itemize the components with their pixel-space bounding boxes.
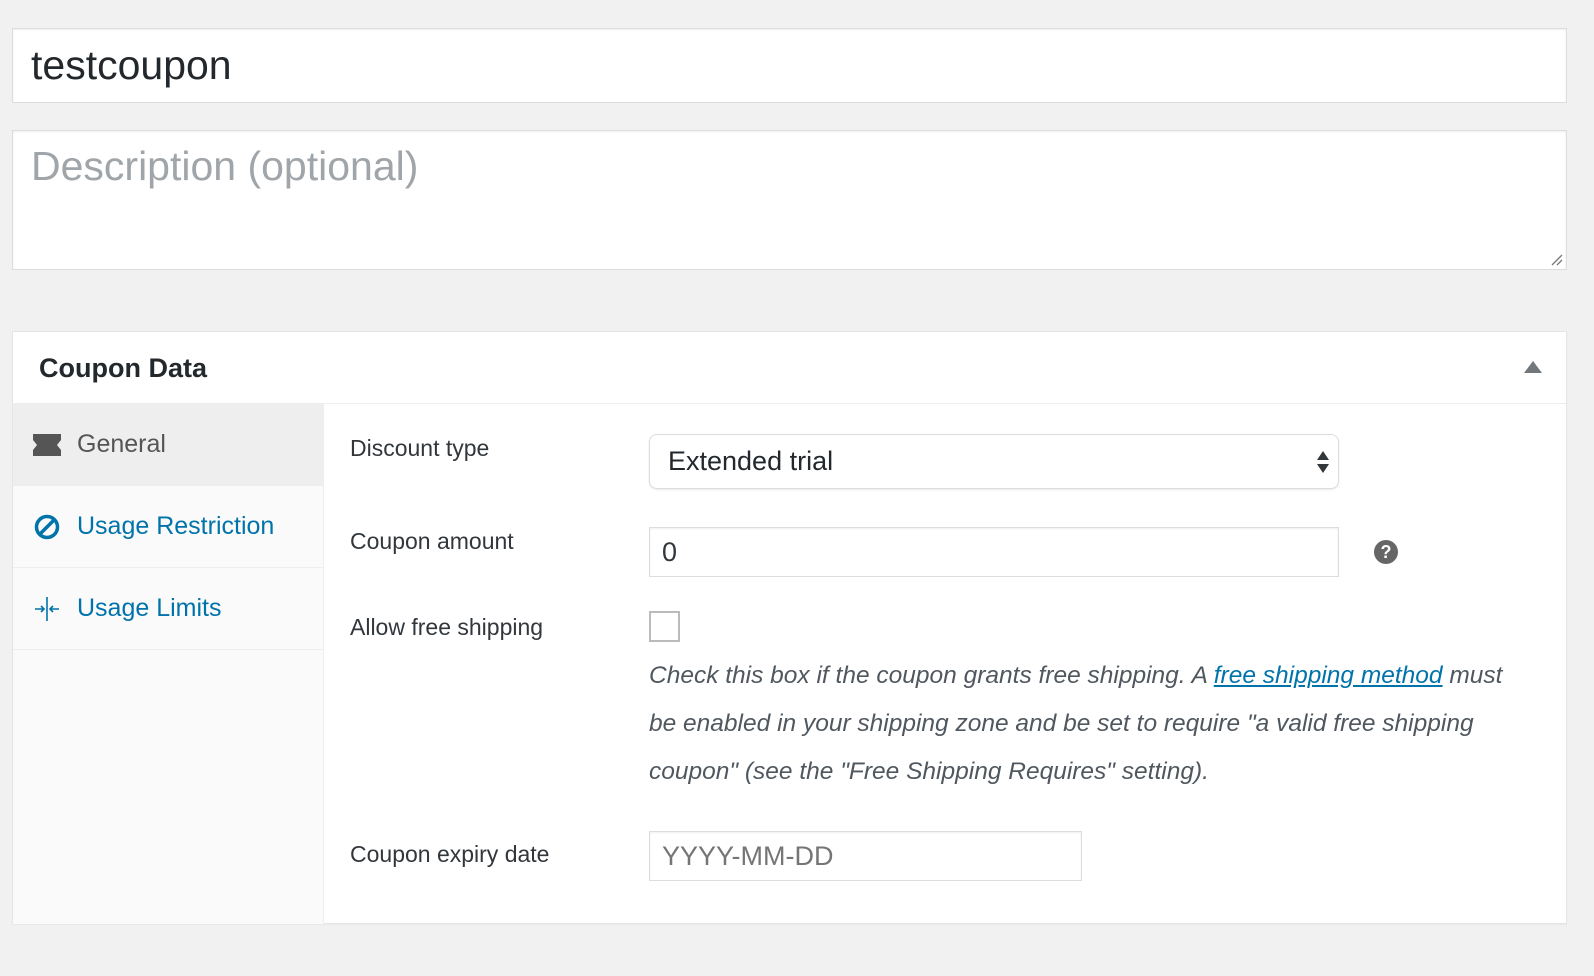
expiry-date-input[interactable] [649,831,1082,881]
panel-header[interactable]: Coupon Data [13,332,1566,404]
coupon-code-input[interactable] [12,28,1567,103]
tab-general[interactable]: General [13,404,323,486]
ticket-icon [33,431,61,459]
limits-arrows-icon [33,595,61,623]
discount-type-select[interactable]: Extended trial [649,434,1339,489]
expiry-date-label: Coupon expiry date [350,841,550,867]
free-shipping-description: Check this box if the coupon grants free… [649,652,1529,796]
no-entry-icon [33,513,61,541]
free-shipping-label: Allow free shipping [350,614,544,640]
collapse-toggle-icon[interactable] [1524,361,1542,373]
note-text: Check this box if the coupon grants free… [649,662,1214,689]
coupon-data-panel: Coupon Data General Usage Restriction Us… [12,331,1567,924]
tab-usage-limits[interactable]: Usage Limits [13,568,323,650]
tab-label: Usage Restriction [77,512,275,540]
tab-usage-restriction[interactable]: Usage Restriction [13,486,323,568]
discount-type-value: Extended trial [668,446,834,476]
description-textarea[interactable]: Description (optional) [12,130,1567,270]
free-shipping-checkbox[interactable] [649,611,680,642]
free-shipping-method-link[interactable]: free shipping method [1214,662,1443,689]
tab-label: Usage Limits [77,594,222,622]
tab-label: General [77,430,166,458]
discount-type-label: Discount type [350,435,490,461]
panel-title: Coupon Data [39,353,207,383]
coupon-amount-input[interactable] [649,527,1339,577]
tabs-sidebar: General Usage Restriction Usage Limits [13,404,324,924]
help-icon[interactable]: ? [1374,540,1398,564]
description-placeholder: Description (optional) [31,143,419,189]
coupon-amount-label: Coupon amount [350,528,514,554]
resize-handle-icon[interactable] [1549,252,1563,266]
select-arrows-icon [1317,451,1329,473]
